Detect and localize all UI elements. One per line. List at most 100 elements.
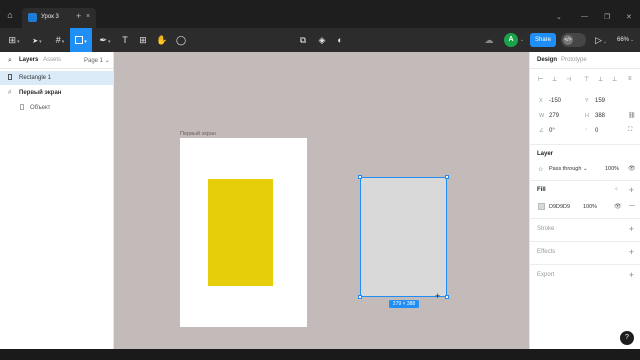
rectangle-layer-icon bbox=[8, 71, 12, 85]
x-input[interactable]: -150 bbox=[549, 98, 561, 104]
document-tab[interactable]: Урок 3 × bbox=[22, 8, 96, 28]
avatar-chevron-icon[interactable]: ⌄ bbox=[518, 28, 526, 52]
align-right-icon[interactable]: ⊣ bbox=[566, 76, 571, 84]
corner-radius-icon: ◜ bbox=[585, 128, 588, 134]
dev-mode-toggle[interactable]: </> bbox=[561, 33, 586, 47]
rectangle-tool-icon[interactable]: ▾ bbox=[70, 28, 92, 52]
layer-name: Rectangle 1 bbox=[19, 75, 52, 81]
share-button[interactable]: Share bbox=[530, 33, 556, 47]
fill-opacity-input[interactable]: 100% bbox=[583, 204, 597, 210]
window-close-icon[interactable]: ✕ bbox=[626, 13, 632, 21]
stroke-section-title: Stroke bbox=[537, 226, 555, 232]
tab-title: Урок 3 bbox=[41, 14, 59, 20]
new-tab-icon[interactable]: + bbox=[76, 12, 81, 21]
layers-panel-tabs: ⌕ Layers Assets Page 1 ⌄ bbox=[0, 52, 114, 69]
crop-icon[interactable]: ⧉ bbox=[296, 28, 310, 52]
resize-handle-bottom-right[interactable] bbox=[445, 295, 449, 299]
zoom-control[interactable]: 66%⌄ bbox=[617, 28, 634, 52]
independent-corners-icon[interactable]: ⛶ bbox=[628, 127, 632, 134]
effects-section-title: Effects bbox=[537, 249, 556, 255]
frame-layer-icon: # bbox=[8, 90, 12, 96]
resources-tool-icon[interactable]: ⊞ bbox=[136, 28, 150, 52]
align-middle-icon[interactable]: ⊥ bbox=[598, 76, 603, 84]
divider bbox=[530, 144, 640, 145]
layer-section-title: Layer bbox=[537, 151, 554, 157]
help-button[interactable]: ? bbox=[620, 331, 634, 345]
remove-fill-icon[interactable]: — bbox=[629, 203, 635, 209]
width-input[interactable]: 279 bbox=[549, 113, 559, 119]
rotation-icon: ∠ bbox=[539, 128, 544, 134]
layers-panel: ⌕ Layers Assets Page 1 ⌄ Rectangle 1 # П… bbox=[0, 52, 114, 349]
align-top-icon[interactable]: ⊤ bbox=[584, 76, 589, 84]
resize-handle-top-right[interactable] bbox=[445, 175, 449, 179]
resize-handle-top-left[interactable] bbox=[358, 175, 362, 179]
divider bbox=[530, 180, 640, 181]
pen-tool-icon[interactable]: ✒▾ bbox=[95, 28, 115, 52]
frame-first-screen[interactable] bbox=[180, 138, 307, 327]
layer-opacity-input[interactable]: 100% bbox=[605, 166, 619, 172]
fill-hex-input[interactable]: D9D9D9 bbox=[549, 204, 570, 210]
divider bbox=[530, 241, 640, 242]
home-icon[interactable]: ⌂ bbox=[0, 8, 20, 22]
maximize-icon[interactable]: ❐ bbox=[604, 13, 610, 21]
page-selector[interactable]: Page 1 ⌄ bbox=[84, 57, 110, 64]
chevron-down-icon[interactable]: ⌄ bbox=[556, 13, 562, 21]
search-icon[interactable]: ⌕ bbox=[8, 57, 12, 65]
tab-prototype[interactable]: Prototype bbox=[561, 57, 587, 63]
rectangle-layer-icon bbox=[20, 101, 24, 115]
y-input[interactable]: 159 bbox=[595, 98, 605, 104]
corner-radius-input[interactable]: 0 bbox=[595, 128, 598, 134]
title-bar: ⌂ Урок 3 × + ⌄ — ❐ ✕ bbox=[0, 0, 640, 28]
layer-item-frame[interactable]: # Первый экран bbox=[0, 86, 114, 100]
layer-name: Объект bbox=[30, 105, 51, 111]
add-fill-icon[interactable]: + bbox=[629, 186, 634, 195]
layer-item-object[interactable]: Объект bbox=[0, 101, 114, 115]
fill-section-title: Fill bbox=[537, 187, 546, 193]
design-panel: Design Prototype ⊢ ⊥ ⊣ ⊤ ⊥ ⊥ ≡ X -150 Y … bbox=[529, 52, 640, 349]
add-export-icon[interactable]: + bbox=[629, 271, 634, 280]
y-label: Y bbox=[585, 98, 589, 104]
dev-mode-icon: </> bbox=[563, 35, 573, 45]
add-effect-icon[interactable]: + bbox=[629, 248, 634, 257]
frame-tool-icon[interactable]: #▾ bbox=[50, 28, 70, 52]
divider bbox=[530, 264, 640, 265]
fill-styles-icon[interactable]: ⁘ bbox=[614, 186, 619, 193]
canvas[interactable]: Первый экран 279 × 388 + bbox=[114, 52, 529, 349]
layer-name: Первый экран bbox=[19, 90, 62, 96]
constrain-proportions-icon[interactable]: ⛓ bbox=[628, 112, 636, 119]
tab-layers[interactable]: Layers bbox=[19, 57, 38, 63]
contrast-icon[interactable]: ◐ bbox=[333, 28, 347, 52]
fill-color-swatch[interactable] bbox=[538, 203, 545, 210]
selected-rectangle[interactable] bbox=[360, 177, 447, 297]
resize-handle-bottom-left[interactable] bbox=[358, 295, 362, 299]
object-rectangle[interactable] bbox=[208, 179, 273, 286]
bottom-bar bbox=[0, 349, 640, 360]
text-tool-icon[interactable]: T bbox=[118, 28, 132, 52]
height-input[interactable]: 388 bbox=[595, 113, 605, 119]
hand-tool-icon[interactable]: ✋ bbox=[155, 28, 169, 52]
comment-tool-icon[interactable]: ◯ bbox=[174, 28, 188, 52]
frame-label[interactable]: Первый экран bbox=[180, 131, 216, 137]
main-menu-icon[interactable]: ⊞▾ bbox=[4, 28, 24, 52]
rotation-input[interactable]: 0° bbox=[549, 128, 555, 134]
divider bbox=[530, 218, 640, 219]
play-icon[interactable]: ▷⌄ bbox=[594, 28, 608, 52]
tab-design[interactable]: Design bbox=[537, 57, 557, 63]
component-icon[interactable]: ◈ bbox=[315, 28, 329, 52]
blend-mode-select[interactable]: Pass through ⌄ bbox=[549, 166, 588, 172]
distribute-icon[interactable]: ≡ bbox=[628, 76, 632, 84]
eye-icon[interactable]: 👁 bbox=[614, 203, 622, 210]
crosshair-cursor-icon: + bbox=[435, 291, 441, 301]
minimize-icon[interactable]: — bbox=[581, 13, 588, 20]
add-stroke-icon[interactable]: + bbox=[629, 225, 634, 234]
layer-item-rectangle-1[interactable]: Rectangle 1 bbox=[0, 71, 114, 85]
align-left-icon[interactable]: ⊢ bbox=[538, 76, 543, 84]
blend-mode-icon: ☆ bbox=[538, 167, 544, 173]
tab-assets[interactable]: Assets bbox=[43, 57, 61, 63]
avatar[interactable]: A bbox=[504, 33, 518, 47]
tab-close-icon[interactable]: × bbox=[86, 13, 90, 20]
eye-icon[interactable]: 👁 bbox=[628, 165, 636, 172]
align-bottom-icon[interactable]: ⊥ bbox=[612, 76, 617, 84]
align-center-h-icon[interactable]: ⊥ bbox=[552, 76, 557, 84]
move-tool-icon[interactable]: ➤▾ bbox=[27, 28, 47, 52]
